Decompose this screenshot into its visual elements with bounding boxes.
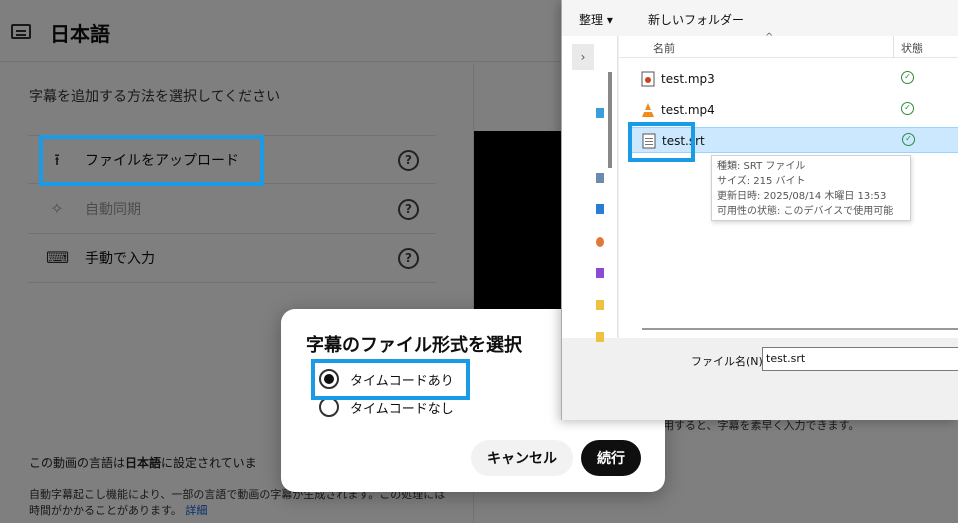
filename-input[interactable]: test.srt — [762, 347, 958, 371]
horizontal-scrollbar[interactable] — [642, 328, 958, 330]
highlight-box-timecode — [311, 359, 470, 400]
highlight-box-upload — [39, 135, 264, 186]
column-headers: ^ 名前 状態 — [619, 32, 958, 58]
continue-button[interactable]: 続行 — [581, 440, 641, 476]
organize-menu[interactable]: 整理 ▾ — [579, 11, 613, 28]
file-name: test.mp4 — [661, 103, 715, 117]
vlc-file-icon — [642, 103, 654, 117]
nav-folder-icon[interactable] — [596, 300, 604, 310]
nav-folder-icon[interactable] — [596, 268, 604, 278]
cancel-button[interactable]: キャンセル — [471, 440, 573, 476]
filename-label: ファイル名(N): — [691, 355, 767, 368]
column-divider[interactable] — [893, 36, 894, 58]
dialog-toolbar: 整理 ▾ 新しいフォルダー — [562, 0, 958, 36]
column-status[interactable]: 状態 — [901, 40, 923, 56]
radio-label: タイムコードなし — [350, 401, 454, 417]
dialog-title: 字幕のファイル形式を選択 — [306, 335, 522, 356]
audio-file-icon — [641, 71, 655, 87]
highlight-box-srt — [628, 122, 695, 162]
file-name: test.mp3 — [661, 72, 715, 86]
sync-ok-icon: ✓ — [901, 102, 914, 115]
radio-button[interactable] — [319, 397, 339, 417]
tooltip-type: 種類: SRT ファイル — [717, 161, 806, 172]
nav-folder-icon[interactable] — [596, 237, 604, 247]
nav-folder-icon[interactable] — [596, 108, 604, 118]
file-info-tooltip: 種類: SRT ファイル サイズ: 215 バイト 更新日時: 2025/08/… — [711, 155, 911, 221]
new-folder-button[interactable]: 新しいフォルダー — [648, 11, 744, 28]
nav-folder-icon[interactable] — [596, 332, 604, 342]
nav-folder-icon[interactable] — [596, 204, 604, 214]
nav-scrollbar[interactable] — [608, 72, 612, 168]
tooltip-availability: 可用性の状態: このデバイスで使用可能 — [717, 206, 894, 217]
sync-ok-icon: ✓ — [901, 71, 914, 84]
sync-ok-icon: ✓ — [902, 133, 915, 146]
tooltip-modified: 更新日時: 2025/08/14 木曜日 13:53 — [717, 191, 887, 202]
tooltip-size: サイズ: 215 バイト — [717, 176, 806, 187]
nav-folder-icon[interactable] — [596, 173, 604, 183]
expand-chevron-icon[interactable]: › — [572, 44, 594, 70]
file-row[interactable]: test.mp3 ✓ — [631, 66, 958, 92]
sort-caret-icon: ^ — [765, 32, 774, 43]
column-name[interactable]: 名前 — [653, 40, 675, 56]
navigation-pane: › — [562, 36, 618, 342]
file-row[interactable]: test.mp4 ✓ — [631, 97, 958, 123]
